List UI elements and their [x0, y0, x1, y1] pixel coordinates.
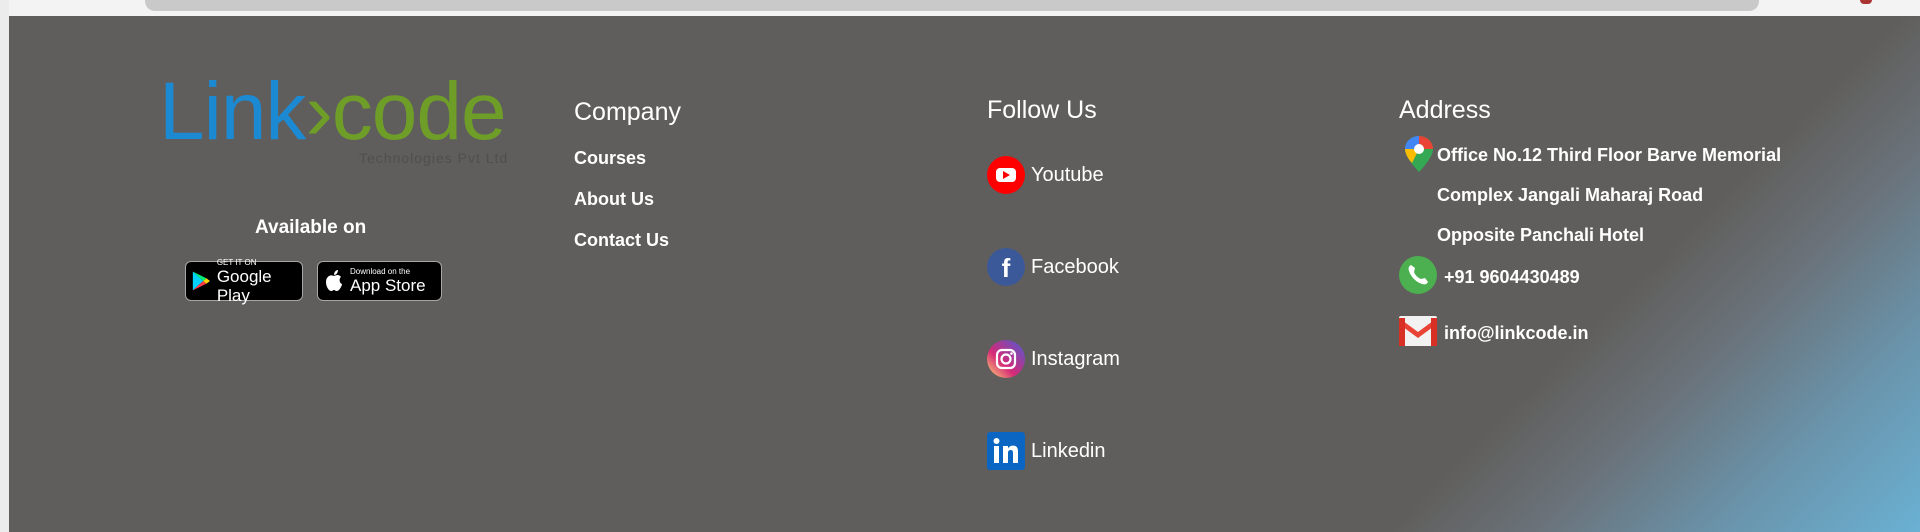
- address-line-3: Opposite Panchali Hotel: [1437, 225, 1645, 245]
- available-on-heading: Available on: [255, 217, 367, 238]
- app-store-big-label: App Store: [350, 276, 426, 295]
- logo-tagline: Technologies Pvt Ltd: [359, 150, 509, 166]
- map-pin-icon: [1404, 135, 1434, 178]
- address-line-1: Office No.12 Third Floor Barve Memorial: [1437, 145, 1782, 165]
- contact-us-link[interactable]: Contact Us: [574, 230, 669, 251]
- instagram-link[interactable]: Instagram: [987, 340, 1120, 378]
- left-edge: [0, 0, 9, 532]
- logo-wordmark: Link›code: [159, 66, 507, 157]
- google-play-big-label: Google Play: [216, 266, 272, 305]
- youtube-link[interactable]: Youtube: [987, 156, 1104, 194]
- company-heading: Company: [574, 98, 681, 126]
- google-play-small-label: GET IT ON: [216, 257, 257, 267]
- linkedin-icon: [987, 432, 1025, 470]
- linkedin-label: Linkedin: [1031, 439, 1106, 462]
- google-play-text: GET IT ON Google Play: [217, 258, 296, 305]
- youtube-icon: [987, 156, 1025, 194]
- facebook-icon: f: [987, 248, 1025, 286]
- logo-link-text: Link: [159, 66, 306, 157]
- youtube-label: Youtube: [1031, 163, 1104, 186]
- app-store-badge[interactable]: Download on the App Store: [317, 261, 442, 301]
- svg-text:f: f: [1002, 253, 1011, 283]
- phone-contact[interactable]: +91 9604430489: [1399, 256, 1580, 299]
- google-play-badge[interactable]: GET IT ON Google Play: [185, 258, 303, 305]
- logo-chevron: ›: [305, 66, 332, 157]
- app-store-text: Download on the App Store: [350, 267, 426, 295]
- instagram-icon: [987, 340, 1025, 378]
- facebook-label: Facebook: [1031, 255, 1119, 278]
- google-play-icon: [192, 271, 210, 291]
- horizontal-scrollbar[interactable]: [145, 0, 1759, 11]
- about-us-link[interactable]: About Us: [574, 189, 654, 210]
- logo-code-text: code: [331, 66, 507, 157]
- facebook-link[interactable]: f Facebook: [987, 248, 1119, 286]
- address-heading: Address: [1399, 96, 1491, 124]
- phone-icon: [1399, 256, 1437, 299]
- gmail-icon: [1399, 316, 1437, 351]
- email-address: info@linkcode.in: [1444, 323, 1589, 343]
- email-contact[interactable]: info@linkcode.in: [1399, 316, 1589, 351]
- linkedin-link[interactable]: Linkedin: [987, 432, 1106, 470]
- address-line-2: Complex Jangali Maharaj Road: [1437, 185, 1704, 205]
- instagram-label: Instagram: [1031, 347, 1120, 370]
- follow-us-heading: Follow Us: [987, 96, 1097, 124]
- courses-link[interactable]: Courses: [574, 148, 646, 169]
- site-footer: Link›code Technologies Pvt Ltd Available…: [9, 16, 1920, 532]
- apple-icon: [326, 270, 342, 291]
- app-store-small-label: Download on the: [350, 267, 411, 276]
- linkcode-logo[interactable]: Link›code Technologies Pvt Ltd: [159, 68, 559, 180]
- phone-number: +91 9604430489: [1444, 267, 1580, 287]
